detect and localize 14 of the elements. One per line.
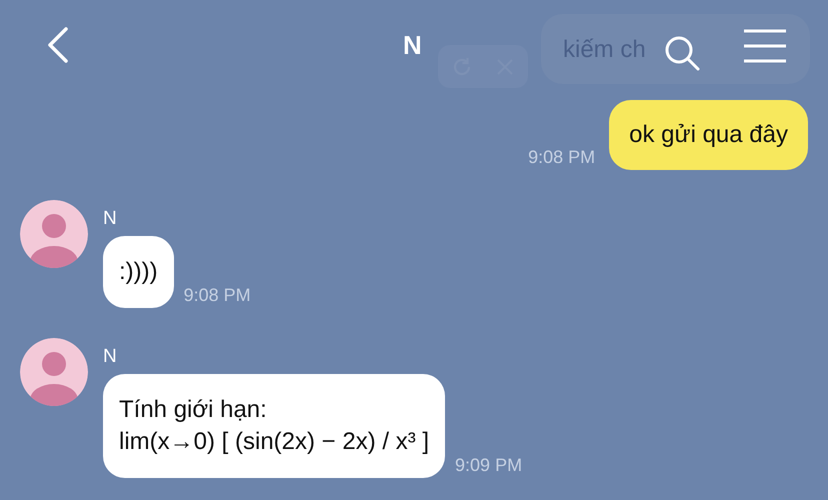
- message-time: 9:08 PM: [528, 147, 596, 169]
- search-icon[interactable]: [664, 35, 700, 71]
- message-bubble: Tính giới hạn: lim(x→0) [ (sin(2x) − 2x) / x³ ]: [103, 374, 446, 478]
- message-time: 9:08 PM: [184, 285, 251, 307]
- sender-name: N: [103, 208, 118, 230]
- avatar-icon[interactable]: [20, 200, 88, 268]
- message-bubble: ok gửi qua đây: [609, 100, 808, 170]
- back-icon[interactable]: [47, 27, 69, 63]
- avatar-icon[interactable]: [20, 338, 88, 406]
- menu-icon[interactable]: [744, 29, 786, 63]
- sender-name: N: [103, 346, 118, 368]
- message-time: 9:09 PM: [455, 455, 522, 477]
- chat-title: N: [403, 30, 422, 61]
- message-bubble: :)))): [103, 236, 174, 308]
